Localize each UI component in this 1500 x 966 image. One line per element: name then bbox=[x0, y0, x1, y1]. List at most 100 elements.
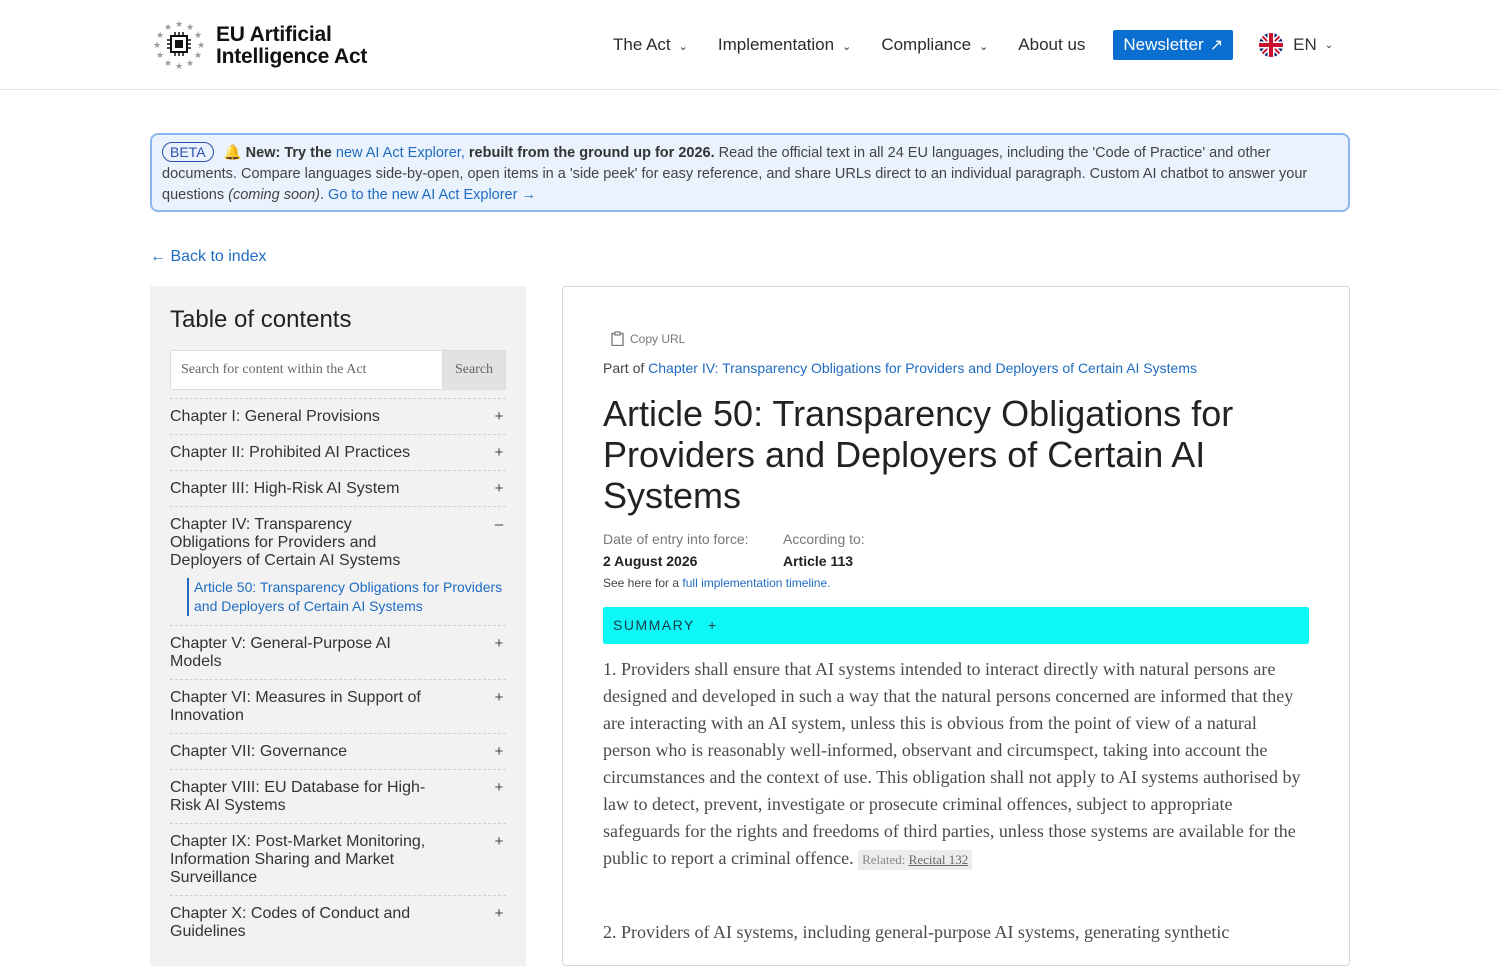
language-selector[interactable]: EN ⌄ bbox=[1259, 33, 1333, 57]
entry-into-force-label: Date of entry into force: bbox=[603, 531, 749, 547]
nav-compliance-label: Compliance bbox=[881, 35, 972, 54]
external-link-icon: ↗ bbox=[1209, 37, 1224, 54]
logo-line2: Intelligence Act bbox=[216, 45, 368, 68]
expand-icon[interactable]: + bbox=[492, 833, 506, 851]
according-to-value: Article 113 bbox=[783, 553, 854, 569]
expand-icon[interactable]: + bbox=[492, 480, 506, 498]
toc-chapter-10[interactable]: Chapter X: Codes of Conduct and Guidelin… bbox=[170, 895, 506, 949]
svg-text:★: ★ bbox=[186, 58, 194, 68]
svg-text:★: ★ bbox=[156, 30, 164, 40]
logo-text: EU Artificial Intelligence Act bbox=[216, 24, 367, 68]
svg-text:★: ★ bbox=[194, 50, 202, 60]
part-of-prefix: Part of bbox=[603, 360, 645, 376]
paragraph-1-text: 1. Providers shall ensure that AI system… bbox=[603, 659, 1301, 868]
toc-title: Table of contents bbox=[170, 306, 352, 333]
toc-chapter-4[interactable]: Chapter IV: Transparency Obligations for… bbox=[170, 506, 506, 578]
chevron-down-icon: ⌄ bbox=[678, 40, 688, 53]
copy-url-label: Copy URL bbox=[630, 331, 686, 346]
go-to-explorer-link[interactable]: Go to the new AI Act Explorer → bbox=[328, 187, 536, 203]
timeline-link[interactable]: full implementation timeline. bbox=[682, 576, 830, 590]
toc-article-50-link[interactable]: Article 50: Transparency Obligations for… bbox=[187, 578, 506, 616]
nav-the-act-label: The Act bbox=[613, 35, 671, 54]
toc-chapter-6[interactable]: Chapter VI: Measures in Support of Innov… bbox=[170, 679, 506, 733]
back-to-index-link[interactable]: ← Back to index bbox=[150, 248, 267, 266]
expand-icon[interactable]: + bbox=[492, 779, 506, 797]
toc-subitems: Article 50: Transparency Obligations for… bbox=[170, 578, 506, 625]
article-paragraph-1: 1. Providers shall ensure that AI system… bbox=[603, 656, 1309, 872]
related-prefix: Related: bbox=[862, 852, 906, 867]
svg-text:★: ★ bbox=[186, 22, 194, 32]
toc-search: Search for content within the Act Search bbox=[170, 350, 506, 390]
site-logo[interactable]: ★ ★ ★ ★ ★ ★ ★ ★ ★ ★ ★ ★ EU Artificial In… bbox=[152, 17, 367, 75]
entry-into-force-value: 2 August 2026 bbox=[603, 553, 698, 569]
related-recital-tag: Related: Recital 132 bbox=[858, 850, 973, 870]
toc-item-label: Chapter III: High-Risk AI System bbox=[170, 480, 400, 497]
summary-toggle[interactable]: SUMMARY + bbox=[603, 607, 1309, 644]
expand-icon[interactable]: + bbox=[492, 743, 506, 761]
timeline-note: See here for a full implementation timel… bbox=[603, 576, 830, 590]
chevron-down-icon: ⌄ bbox=[979, 40, 989, 53]
summary-label: SUMMARY bbox=[613, 617, 695, 633]
toc-chapter-9[interactable]: Chapter IX: Post-Market Monitoring, Info… bbox=[170, 823, 506, 895]
nav-the-act[interactable]: The Act ⌄ bbox=[613, 35, 688, 55]
toc-search-input[interactable]: Search for content within the Act bbox=[170, 350, 443, 390]
timeline-prefix: See here for a bbox=[603, 576, 680, 590]
clipboard-icon bbox=[611, 331, 624, 346]
svg-text:★: ★ bbox=[197, 40, 205, 50]
part-of-chapter-link[interactable]: Chapter IV: Transparency Obligations for… bbox=[648, 360, 1197, 376]
svg-text:★: ★ bbox=[194, 30, 202, 40]
article-meta: Date of entry into force: 2 August 2026 … bbox=[603, 530, 963, 570]
plus-icon: + bbox=[707, 617, 718, 633]
main-nav: The Act ⌄ Implementation ⌄ Compliance ⌄ … bbox=[613, 30, 1333, 60]
banner-rebuilt: rebuilt from the ground up for 2026. bbox=[468, 145, 715, 161]
toc-chapter-3[interactable]: Chapter III: High-Risk AI System + bbox=[170, 470, 506, 506]
svg-text:★: ★ bbox=[164, 22, 172, 32]
toc-item-label: Chapter X: Codes of Conduct and Guidelin… bbox=[170, 905, 411, 940]
nav-about-us-label: About us bbox=[1018, 35, 1086, 54]
bell-icon: 🔔 bbox=[223, 145, 242, 161]
copy-url-button[interactable]: Copy URL bbox=[611, 331, 685, 346]
toc-chapter-5[interactable]: Chapter V: General-Purpose AI Models + bbox=[170, 625, 506, 679]
toc-chapter-2[interactable]: Chapter II: Prohibited AI Practices + bbox=[170, 434, 506, 470]
toc-search-button[interactable]: Search bbox=[443, 350, 506, 390]
toc-item-label: Chapter V: General-Purpose AI Models bbox=[170, 635, 391, 670]
toc-chapter-7[interactable]: Chapter VII: Governance + bbox=[170, 733, 506, 769]
toc-item-label: Chapter IV: Transparency Obligations for… bbox=[170, 516, 401, 569]
banner-new-prefix: New: Try the bbox=[245, 145, 332, 161]
recital-132-link[interactable]: Recital 132 bbox=[909, 852, 969, 867]
nav-implementation-label: Implementation bbox=[717, 35, 835, 54]
newsletter-label: Newsletter bbox=[1123, 35, 1204, 54]
collapse-icon[interactable]: – bbox=[492, 516, 506, 534]
expand-icon[interactable]: + bbox=[492, 689, 506, 707]
article-panel: Copy URL Part of Chapter IV: Transparenc… bbox=[562, 286, 1350, 966]
expand-icon[interactable]: + bbox=[492, 905, 506, 923]
nav-implementation[interactable]: Implementation ⌄ bbox=[718, 35, 851, 55]
nav-compliance[interactable]: Compliance ⌄ bbox=[881, 35, 988, 55]
logo-line1: EU Artificial bbox=[216, 23, 332, 46]
toc-chapter-8[interactable]: Chapter VIII: EU Database for High-Risk … bbox=[170, 769, 506, 823]
part-of-line: Part of Chapter IV: Transparency Obligat… bbox=[603, 360, 1197, 376]
newsletter-button[interactable]: Newsletter ↗ bbox=[1113, 30, 1234, 60]
according-to-label: According to: bbox=[783, 531, 865, 547]
toc-item-label: Chapter VII: Governance bbox=[170, 743, 347, 760]
language-label: EN bbox=[1293, 35, 1317, 54]
toc-item-label: Chapter II: Prohibited AI Practices bbox=[170, 444, 411, 461]
toc-item-label: Chapter I: General Provisions bbox=[170, 408, 380, 425]
svg-text:★: ★ bbox=[175, 61, 183, 71]
beta-badge: BETA bbox=[162, 142, 214, 162]
expand-icon[interactable]: + bbox=[492, 635, 506, 653]
svg-text:★: ★ bbox=[175, 19, 183, 29]
nav-about-us[interactable]: About us bbox=[1018, 35, 1085, 55]
toc-item-label: Chapter VI: Measures in Support of Innov… bbox=[170, 689, 421, 724]
expand-icon[interactable]: + bbox=[492, 444, 506, 462]
expand-icon[interactable]: + bbox=[492, 408, 506, 426]
explorer-link[interactable]: new AI Act Explorer, bbox=[336, 145, 465, 161]
article-paragraph-2: 2. Providers of AI systems, including ge… bbox=[603, 922, 1230, 942]
eu-stars-chip-icon: ★ ★ ★ ★ ★ ★ ★ ★ ★ ★ ★ ★ bbox=[153, 19, 205, 71]
article-title: Article 50: Transparency Obligations for… bbox=[603, 393, 1234, 516]
toc-list: Chapter I: General Provisions + Chapter … bbox=[170, 398, 506, 949]
toc-chapter-1[interactable]: Chapter I: General Provisions + bbox=[170, 398, 506, 434]
banner-coming-soon: (coming soon) bbox=[228, 187, 320, 203]
table-of-contents: Table of contents Search for content wit… bbox=[150, 286, 526, 966]
toc-item-label: Chapter VIII: EU Database for High-Risk … bbox=[170, 779, 426, 814]
